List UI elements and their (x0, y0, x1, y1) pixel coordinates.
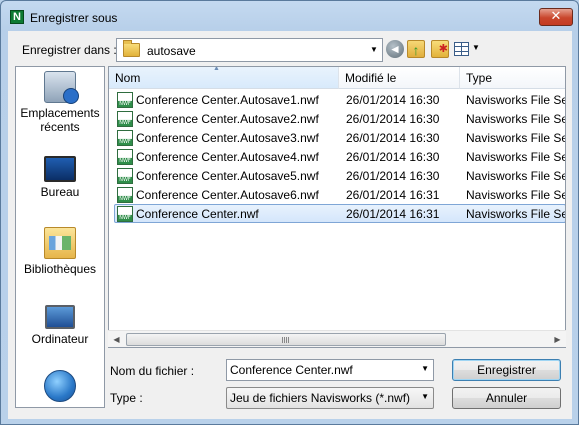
file-row-selected[interactable]: NWF Conference Center.nwf 26/01/2014 16:… (109, 204, 566, 223)
column-label: Modifié le (345, 71, 397, 85)
chevron-down-icon[interactable]: ▼ (369, 44, 379, 56)
dialog-body: Enregistrer dans : autosave ▼ ◄ ↑ ✱ ▼ Em… (8, 31, 572, 419)
computer-icon (45, 305, 75, 329)
file-type: Navisworks File Set (466, 93, 566, 107)
file-name: Conference Center.Autosave3.nwf (136, 131, 319, 145)
recent-places-icon (44, 71, 79, 104)
cancel-button[interactable]: Annuler (452, 387, 561, 409)
place-label: Bibliothèques (23, 262, 97, 276)
place-computer[interactable]: Ordinateur (16, 301, 104, 346)
save-in-label: Enregistrer dans : (22, 43, 117, 57)
file-type-select[interactable]: Jeu de fichiers Navisworks (*.nwf) ▼ (226, 387, 434, 409)
nwf-file-icon: NWF (117, 187, 133, 203)
place-libraries[interactable]: Bibliothèques (16, 227, 104, 276)
file-type: Navisworks File Set (466, 112, 566, 126)
file-modified: 26/01/2014 16:30 (346, 93, 440, 107)
desktop-icon (44, 156, 76, 182)
chevron-down-icon: ▼ (421, 392, 429, 401)
file-modified: 26/01/2014 16:30 (346, 131, 440, 145)
places-bar: Emplacements récents Bureau Bibliothèque… (15, 66, 105, 408)
place-label: Bureau (40, 185, 80, 199)
file-type-label: Type : (110, 391, 143, 405)
scroll-left-icon[interactable]: ◀ (108, 331, 125, 348)
location-dropdown[interactable]: autosave ▼ (116, 38, 383, 62)
sort-ascending-icon: ▲ (213, 66, 220, 72)
file-row[interactable]: NWF Conference Center.Autosave4.nwf 26/0… (109, 147, 566, 166)
chevron-down-icon: ▼ (472, 43, 480, 52)
filename-input[interactable]: Conference Center.nwf ▼ (226, 359, 434, 381)
place-label: Ordinateur (31, 332, 89, 346)
scrollbar-thumb[interactable] (126, 333, 446, 346)
file-name: Conference Center.Autosave1.nwf (136, 93, 319, 107)
column-header-type[interactable]: Type (460, 67, 565, 89)
file-row[interactable]: NWF Conference Center.Autosave3.nwf 26/0… (109, 128, 566, 147)
folder-icon (123, 40, 140, 57)
file-type: Navisworks File Set (466, 169, 566, 183)
file-row[interactable]: NWF Conference Center.Autosave5.nwf 26/0… (109, 166, 566, 185)
place-recent[interactable]: Emplacements récents (16, 71, 104, 134)
filename-label: Nom du fichier : (110, 364, 195, 378)
file-name: Conference Center.Autosave4.nwf (136, 150, 319, 164)
location-value: autosave (147, 44, 196, 58)
back-icon[interactable]: ◄ (386, 40, 404, 58)
column-header-modified[interactable]: Modifié le (339, 67, 460, 89)
nwf-file-icon: NWF (117, 206, 133, 222)
save-button[interactable]: Enregistrer (452, 359, 561, 381)
place-desktop[interactable]: Bureau (16, 153, 104, 199)
file-row[interactable]: NWF Conference Center.Autosave2.nwf 26/0… (109, 109, 566, 128)
file-type: Navisworks File Set (466, 188, 566, 202)
view-grid-icon (454, 42, 469, 56)
nwf-file-icon: NWF (117, 149, 133, 165)
close-button[interactable]: ✕ (539, 8, 573, 26)
chevron-down-icon[interactable]: ▼ (421, 364, 429, 373)
nwf-file-icon: NWF (117, 92, 133, 108)
place-label: Emplacements récents (20, 106, 100, 134)
file-modified: 26/01/2014 16:30 (346, 169, 440, 183)
file-row[interactable]: NWF Conference Center.Autosave6.nwf 26/0… (109, 185, 566, 204)
file-modified: 26/01/2014 16:31 (346, 207, 440, 221)
nwf-file-icon: NWF (117, 168, 133, 184)
file-row[interactable]: NWF Conference Center.Autosave1.nwf 26/0… (109, 90, 566, 109)
filename-value: Conference Center.nwf (230, 363, 353, 377)
file-modified: 26/01/2014 16:31 (346, 188, 440, 202)
file-modified: 26/01/2014 16:30 (346, 112, 440, 126)
file-modified: 26/01/2014 16:30 (346, 150, 440, 164)
network-icon (44, 370, 76, 402)
save-as-dialog: N Enregistrer sous ✕ Enregistrer dans : … (0, 0, 579, 425)
nwf-file-icon: NWF (117, 130, 133, 146)
file-name: Conference Center.Autosave5.nwf (136, 169, 319, 183)
libraries-icon (44, 227, 76, 259)
scroll-right-icon[interactable]: ▶ (549, 331, 566, 348)
up-folder-icon[interactable]: ↑ (407, 40, 425, 58)
nwf-file-icon: NWF (117, 111, 133, 127)
file-name: Conference Center.Autosave2.nwf (136, 112, 319, 126)
horizontal-scrollbar[interactable]: ◀ ▶ (108, 330, 566, 347)
dialog-title: Enregistrer sous (30, 11, 118, 25)
file-type: Navisworks File Set (466, 150, 566, 164)
navisworks-app-icon: N (10, 10, 24, 24)
column-label: Nom (115, 71, 141, 85)
file-type-value: Jeu de fichiers Navisworks (*.nwf) (230, 391, 411, 405)
views-menu-icon[interactable]: ▼ (454, 40, 482, 58)
file-type: Navisworks File Set (466, 207, 566, 221)
column-header-name[interactable]: Nom ▲ (109, 67, 339, 89)
title-bar[interactable]: N Enregistrer sous ✕ (1, 1, 578, 31)
new-folder-icon[interactable]: ✱ (431, 40, 449, 58)
file-name: Conference Center.nwf (136, 207, 259, 221)
place-network[interactable] (16, 370, 104, 405)
file-list: Nom ▲ Modifié le Type NWF Conference Cen… (108, 66, 566, 348)
file-name: Conference Center.Autosave6.nwf (136, 188, 319, 202)
column-label: Type (466, 71, 493, 85)
file-type: Navisworks File Set (466, 131, 566, 145)
